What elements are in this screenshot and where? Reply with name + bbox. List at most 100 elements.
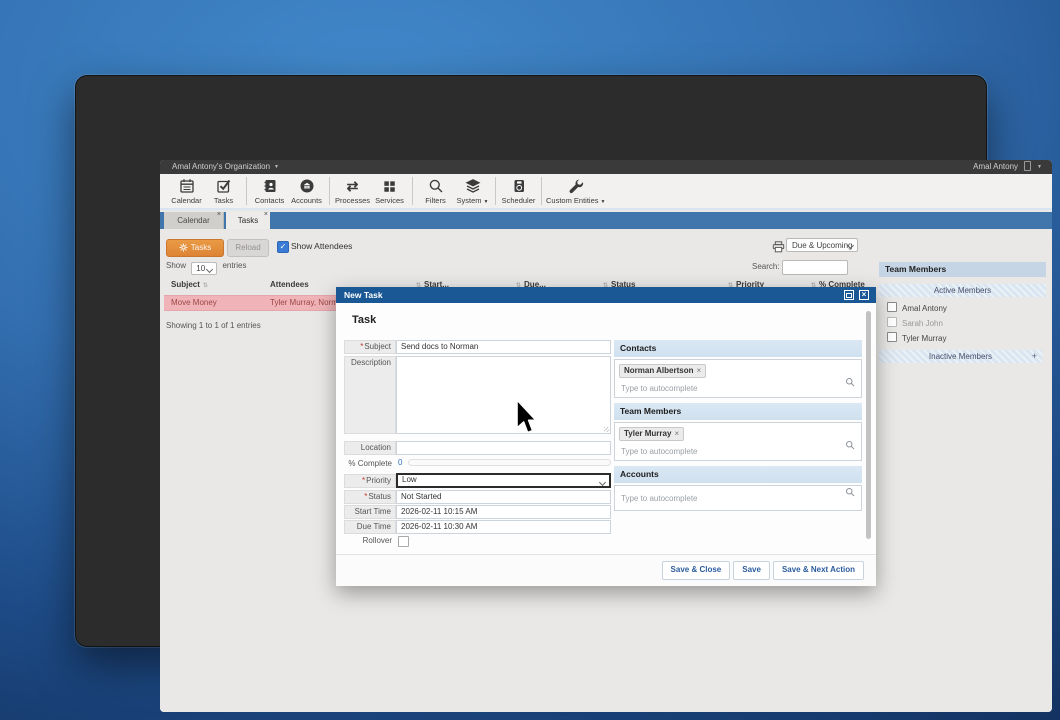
save-next-action-button[interactable]: Save & Next Action	[773, 561, 864, 580]
active-members-header[interactable]: Active Members	[879, 284, 1046, 297]
toolbar-separator	[246, 177, 247, 205]
team-members-section-header: Team Members	[614, 403, 862, 420]
contacts-autocomplete[interactable]: Norman Albertson× Type to autocomplete	[614, 359, 862, 398]
team-members-autocomplete[interactable]: Tyler Murray× Type to autocomplete	[614, 422, 862, 461]
show-attendees-checkbox[interactable]: ✓	[277, 241, 289, 253]
member-amal-antony[interactable]: Amal Antony	[887, 302, 1046, 312]
due-time-input[interactable]: 2026-02-11 10:30 AM	[396, 520, 611, 534]
status-select[interactable]: Not Started	[396, 490, 611, 504]
main-toolbar: Calendar Tasks Contacts Accounts ⇄	[160, 174, 1052, 210]
search-icon	[845, 437, 855, 455]
location-label: Location	[344, 441, 396, 455]
toolbar-contacts[interactable]: Contacts	[251, 174, 288, 208]
toolbar-custom-entities[interactable]: Custom Entities▼	[546, 174, 605, 208]
toolbar-filters[interactable]: Filters	[417, 174, 454, 208]
description-label: Description	[344, 356, 396, 434]
contacts-icon	[262, 178, 278, 195]
resize-grip[interactable]	[604, 427, 609, 432]
chip-remove-icon[interactable]: ×	[697, 366, 702, 375]
description-textarea[interactable]	[396, 356, 611, 434]
chip-remove-icon[interactable]: ×	[674, 429, 679, 438]
gear-icon	[179, 242, 188, 257]
member-checkbox[interactable]	[887, 302, 897, 312]
close-tab-icon[interactable]: ×	[264, 211, 268, 219]
member-sarah-john[interactable]: Sarah John	[887, 317, 1046, 327]
modal-footer: Save & Close Save Save & Next Action	[336, 554, 876, 586]
page-size-select[interactable]: 10	[191, 262, 217, 275]
toolbar-system[interactable]: System▼	[454, 174, 491, 208]
toolbar-separator	[412, 177, 413, 205]
new-task-modal: New Task × Task *Subject Send docs to No…	[336, 287, 876, 586]
monitor-frame: Amal Antony's Organization▼ Amal Antony▼…	[75, 75, 987, 647]
tab-bar: Calendar × Tasks ×	[160, 212, 1052, 229]
start-time-input[interactable]: 2026-02-11 10:15 AM	[396, 505, 611, 519]
save-button[interactable]: Save	[733, 561, 770, 580]
member-checkbox[interactable]	[887, 317, 897, 327]
maximize-icon[interactable]	[844, 290, 854, 300]
column-attendees[interactable]: Attendees	[270, 280, 309, 289]
pct-complete-label: % Complete	[344, 458, 396, 472]
toolbar-separator	[329, 177, 330, 205]
toolbar-tasks[interactable]: Tasks	[205, 174, 242, 208]
show-attendees-label: Show Attendees	[291, 241, 352, 251]
rollover-label: Rollover	[344, 535, 396, 549]
caret-down-icon: ▼	[484, 199, 489, 205]
subject-input[interactable]: Send docs to Norman	[396, 340, 611, 354]
chevron-down-icon	[599, 479, 606, 486]
reload-button[interactable]: Reload	[227, 239, 269, 257]
rollover-checkbox[interactable]	[398, 536, 409, 547]
scheduler-icon	[511, 178, 527, 195]
wrench-icon	[568, 178, 584, 195]
save-close-button[interactable]: Save & Close	[662, 561, 731, 580]
column-subject[interactable]: Subject⇅	[171, 280, 208, 289]
contacts-section-header: Contacts	[614, 340, 862, 357]
mobile-icon	[1024, 161, 1031, 171]
services-icon	[382, 178, 397, 195]
plus-icon[interactable]: +	[1032, 350, 1037, 363]
processes-icon: ⇄	[347, 178, 359, 195]
organization-menu[interactable]: Amal Antony's Organization▼	[172, 160, 279, 174]
toolbar-processes[interactable]: ⇄ Processes	[334, 174, 371, 208]
status-label: *Status	[344, 490, 396, 504]
due-filter-dropdown[interactable]: Due & Upcoming	[786, 238, 858, 252]
inactive-members-header[interactable]: Inactive Members +	[879, 350, 1042, 363]
app-titlebar: Amal Antony's Organization▼ Amal Antony▼	[160, 160, 1052, 174]
print-icon[interactable]	[772, 240, 785, 258]
member-checkbox[interactable]	[887, 332, 897, 342]
search-icon	[845, 484, 855, 502]
chevron-down-icon	[206, 266, 213, 273]
search-icon	[845, 374, 855, 392]
toolbar-calendar[interactable]: Calendar	[168, 174, 205, 208]
close-icon[interactable]: ×	[859, 290, 869, 300]
tasks-button[interactable]: Tasks	[166, 239, 224, 257]
team-members-title: Team Members	[879, 262, 1046, 277]
caret-down-icon: ▼	[601, 199, 606, 205]
pct-complete-value: 0	[398, 458, 402, 467]
search-label: Search:	[752, 262, 780, 271]
close-tab-icon[interactable]: ×	[217, 211, 221, 219]
tab-calendar[interactable]: Calendar ×	[164, 212, 224, 229]
calendar-icon	[179, 178, 195, 195]
subject-label: *Subject	[344, 340, 396, 354]
modal-scrollbar[interactable]	[866, 311, 871, 539]
sort-icon: ⇅	[203, 283, 208, 289]
search-input[interactable]	[782, 260, 848, 275]
user-name: Amal Antony	[973, 162, 1018, 171]
tab-tasks[interactable]: Tasks ×	[226, 212, 270, 229]
member-tyler-murray[interactable]: Tyler Murray	[887, 332, 1046, 342]
user-menu[interactable]: Amal Antony▼	[973, 160, 1042, 174]
accounts-autocomplete[interactable]: Type to autocomplete	[614, 485, 862, 511]
autocomplete-placeholder: Type to autocomplete	[621, 384, 698, 393]
pct-complete-slider[interactable]	[408, 459, 611, 466]
task-subject: Move Money	[171, 297, 217, 309]
accounts-icon	[299, 178, 315, 195]
priority-select[interactable]: Low	[396, 473, 611, 488]
accounts-section-header: Accounts	[614, 466, 862, 483]
toolbar-services[interactable]: Services	[371, 174, 408, 208]
toolbar-accounts[interactable]: Accounts	[288, 174, 325, 208]
tasks-icon	[216, 178, 232, 195]
team-member-chip: Tyler Murray×	[619, 427, 684, 441]
location-input[interactable]	[396, 441, 611, 455]
toolbar-scheduler[interactable]: Scheduler	[500, 174, 537, 208]
modal-titlebar[interactable]: New Task ×	[336, 287, 876, 303]
